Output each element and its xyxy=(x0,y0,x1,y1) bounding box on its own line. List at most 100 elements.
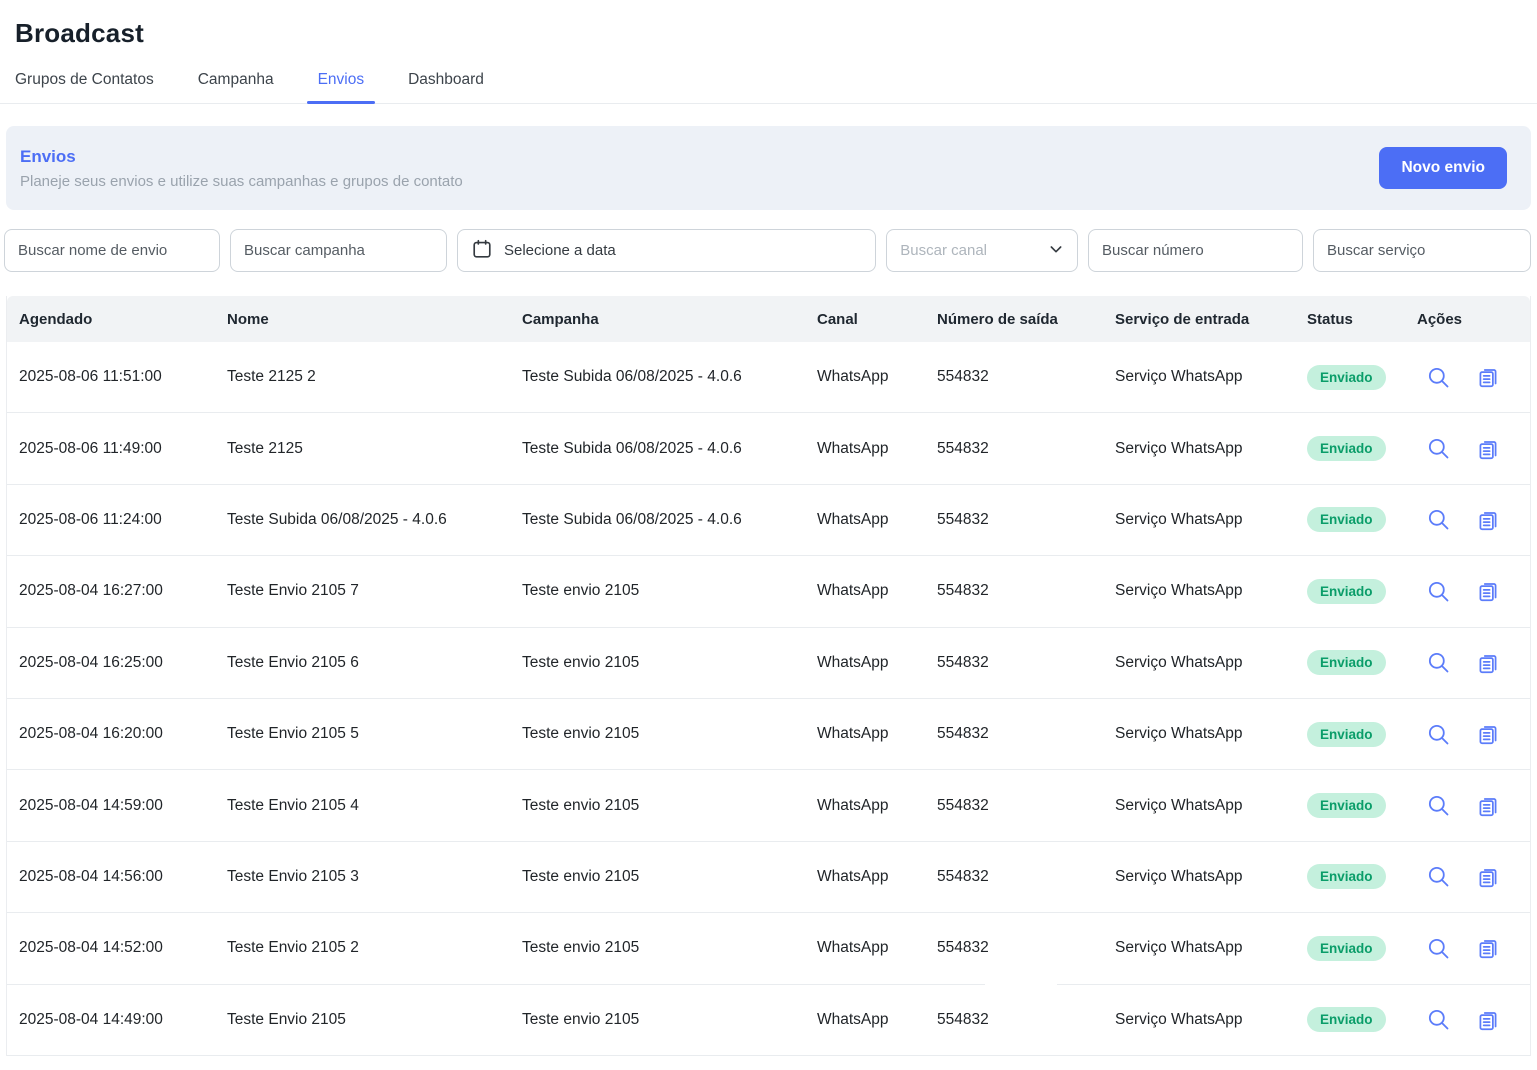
duplicate-button[interactable] xyxy=(1475,864,1501,890)
view-details-button[interactable] xyxy=(1425,506,1452,533)
cell-campanha: Teste Subida 06/08/2025 - 4.0.6 xyxy=(514,440,809,458)
tab-dashboard[interactable]: Dashboard xyxy=(408,71,484,103)
table-row: 2025-08-04 16:20:00 Teste Envio 2105 5 T… xyxy=(7,699,1530,770)
search-campaign-input[interactable] xyxy=(230,229,447,272)
cell-campanha: Teste envio 2105 xyxy=(514,582,809,600)
duplicate-button[interactable] xyxy=(1475,1007,1501,1033)
cell-canal: WhatsApp xyxy=(809,511,929,529)
calendar-icon xyxy=(471,238,493,264)
cell-agendado: 2025-08-04 16:20:00 xyxy=(7,725,219,743)
cell-actions xyxy=(1409,435,1530,462)
table-row: 2025-08-06 11:49:00 Teste 2125 Teste Sub… xyxy=(7,413,1530,484)
cell-canal: WhatsApp xyxy=(809,582,929,600)
panel-text: Envios Planeje seus envios e utilize sua… xyxy=(20,147,463,190)
table-row: 2025-08-04 14:56:00 Teste Envio 2105 3 T… xyxy=(7,842,1530,913)
cell-status: Enviado xyxy=(1299,579,1409,604)
cell-servico-entrada: Serviço WhatsApp xyxy=(1107,868,1299,886)
cell-nome: Teste Envio 2105 xyxy=(219,1011,514,1029)
copy-icon xyxy=(1475,592,1501,605)
tab-campanha[interactable]: Campanha xyxy=(198,71,274,103)
tab-bar: Grupos de Contatos Campanha Envios Dashboar… xyxy=(0,49,1537,104)
status-badge: Enviado xyxy=(1307,579,1386,604)
search-number-input[interactable] xyxy=(1088,229,1303,272)
cell-nome: Teste Envio 2105 6 xyxy=(219,654,514,672)
tab-grupos-de-contatos[interactable]: Grupos de Contatos xyxy=(15,71,154,103)
search-icon xyxy=(1425,950,1452,962)
duplicate-button[interactable] xyxy=(1475,507,1501,533)
status-badge: Enviado xyxy=(1307,436,1386,461)
tab-envios[interactable]: Envios xyxy=(318,71,365,103)
copy-icon xyxy=(1475,521,1501,534)
date-picker-field[interactable]: Selecione a data xyxy=(457,229,876,272)
filter-bar: Selecione a data Buscar canal xyxy=(4,229,1531,272)
search-service-input[interactable] xyxy=(1313,229,1531,272)
search-envio-name-input[interactable] xyxy=(4,229,220,272)
cursor-artifact xyxy=(985,972,1057,992)
cell-nome: Teste Envio 2105 7 xyxy=(219,582,514,600)
cell-numero-saida: 554832 xyxy=(929,582,1107,600)
view-details-button[interactable] xyxy=(1425,649,1452,676)
duplicate-button[interactable] xyxy=(1475,436,1501,462)
duplicate-button[interactable] xyxy=(1475,578,1501,604)
search-icon xyxy=(1425,878,1452,890)
view-details-button[interactable] xyxy=(1425,1006,1452,1033)
cell-status: Enviado xyxy=(1299,507,1409,532)
cell-campanha: Teste envio 2105 xyxy=(514,868,809,886)
cell-numero-saida: 554832 xyxy=(929,654,1107,672)
cell-nome: Teste 2125 2 xyxy=(219,368,514,386)
date-picker-label: Selecione a data xyxy=(504,242,616,259)
copy-icon xyxy=(1475,735,1501,748)
cell-agendado: 2025-08-06 11:51:00 xyxy=(7,368,219,386)
search-icon xyxy=(1425,807,1452,819)
status-badge: Enviado xyxy=(1307,650,1386,675)
cell-status: Enviado xyxy=(1299,365,1409,390)
cell-nome: Teste Envio 2105 4 xyxy=(219,797,514,815)
copy-icon xyxy=(1475,664,1501,677)
channel-select[interactable]: Buscar canal xyxy=(886,229,1078,272)
envios-table: AgendadoNomeCampanhaCanalNúmero de saída… xyxy=(6,296,1531,1056)
table-row: 2025-08-06 11:51:00 Teste 2125 2 Teste S… xyxy=(7,342,1530,413)
new-envio-button[interactable]: Novo envio xyxy=(1379,147,1507,189)
cell-agendado: 2025-08-04 14:49:00 xyxy=(7,1011,219,1029)
cell-campanha: Teste envio 2105 xyxy=(514,797,809,815)
view-details-button[interactable] xyxy=(1425,364,1452,391)
cell-canal: WhatsApp xyxy=(809,797,929,815)
cell-agendado: 2025-08-06 11:49:00 xyxy=(7,440,219,458)
cell-status: Enviado xyxy=(1299,793,1409,818)
view-details-button[interactable] xyxy=(1425,935,1452,962)
duplicate-button[interactable] xyxy=(1475,364,1501,390)
cell-actions xyxy=(1409,792,1530,819)
cell-campanha: Teste envio 2105 xyxy=(514,939,809,957)
duplicate-button[interactable] xyxy=(1475,793,1501,819)
cell-canal: WhatsApp xyxy=(809,654,929,672)
broadcast-page: Broadcast Grupos de ContatosCampanhaEnvi… xyxy=(0,0,1537,1070)
column-header: Campanha xyxy=(514,311,809,328)
search-icon xyxy=(1425,1021,1452,1033)
cell-canal: WhatsApp xyxy=(809,368,929,386)
cell-agendado: 2025-08-04 14:59:00 xyxy=(7,797,219,815)
panel-subtitle: Planeje seus envios e utilize suas campa… xyxy=(20,173,463,190)
cell-canal: WhatsApp xyxy=(809,939,929,957)
cell-campanha: Teste envio 2105 xyxy=(514,654,809,672)
view-details-button[interactable] xyxy=(1425,721,1452,748)
cell-status: Enviado xyxy=(1299,436,1409,461)
view-details-button[interactable] xyxy=(1425,863,1452,890)
cell-agendado: 2025-08-04 14:56:00 xyxy=(7,868,219,886)
cell-campanha: Teste envio 2105 xyxy=(514,725,809,743)
cell-nome: Teste Envio 2105 3 xyxy=(219,868,514,886)
cell-servico-entrada: Serviço WhatsApp xyxy=(1107,511,1299,529)
cell-servico-entrada: Serviço WhatsApp xyxy=(1107,582,1299,600)
column-header: Status xyxy=(1299,311,1409,328)
table-row: 2025-08-04 16:25:00 Teste Envio 2105 6 T… xyxy=(7,628,1530,699)
cell-servico-entrada: Serviço WhatsApp xyxy=(1107,1011,1299,1029)
duplicate-button[interactable] xyxy=(1475,721,1501,747)
duplicate-button[interactable] xyxy=(1475,650,1501,676)
cell-canal: WhatsApp xyxy=(809,440,929,458)
view-details-button[interactable] xyxy=(1425,435,1452,462)
duplicate-button[interactable] xyxy=(1475,935,1501,961)
cell-status: Enviado xyxy=(1299,650,1409,675)
cell-servico-entrada: Serviço WhatsApp xyxy=(1107,725,1299,743)
table-row: 2025-08-04 14:49:00 Teste Envio 2105 Tes… xyxy=(7,985,1530,1056)
view-details-button[interactable] xyxy=(1425,792,1452,819)
view-details-button[interactable] xyxy=(1425,578,1452,605)
